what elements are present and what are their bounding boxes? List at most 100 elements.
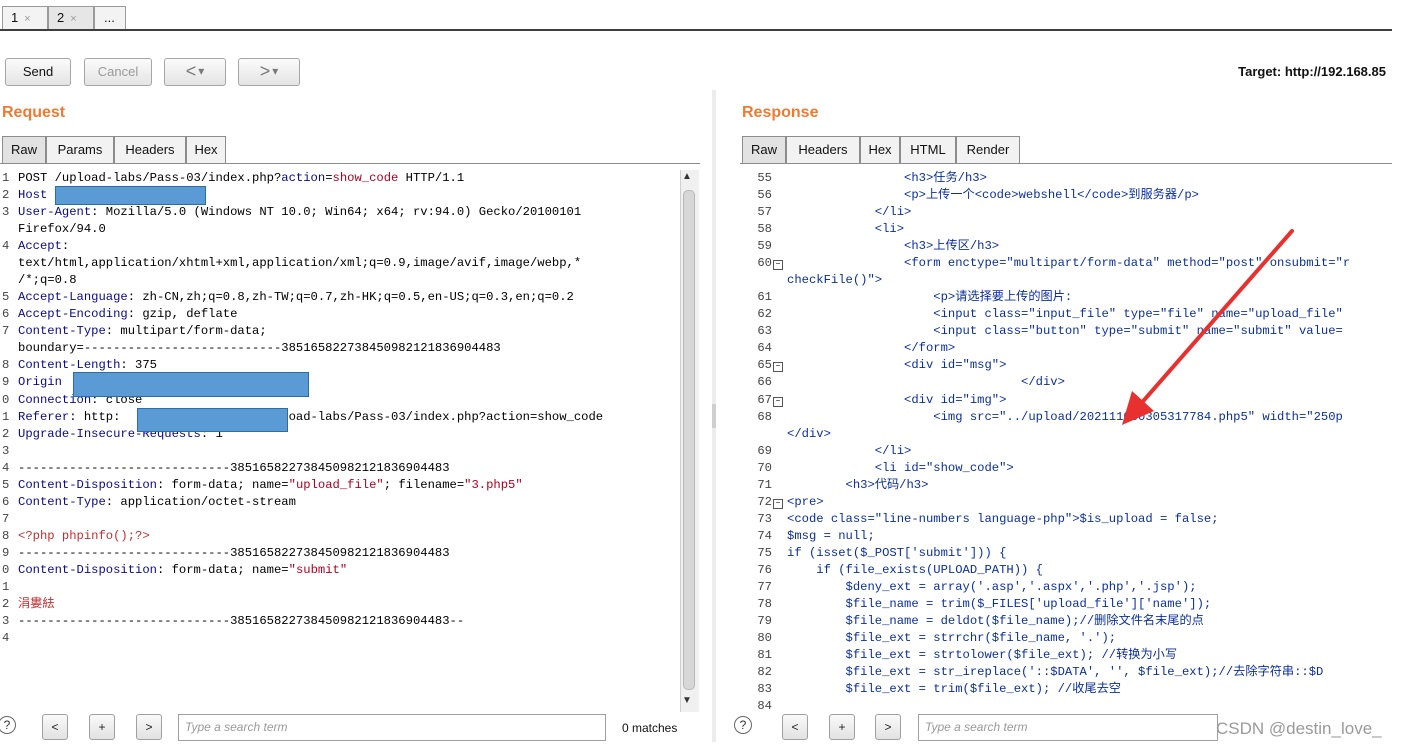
- response-line: 70 <li id="show_code">: [742, 460, 1013, 477]
- request-line: 1: [0, 579, 18, 596]
- response-tab-headers[interactable]: Headers: [786, 136, 860, 163]
- line-code: Origin: [18, 375, 62, 389]
- request-line: 2 涓婁紶: [0, 596, 55, 613]
- search-next-button[interactable]: >: [875, 714, 901, 740]
- line-code: Content-Type: application/octet-stream: [18, 495, 296, 509]
- line-code: Host: [18, 188, 47, 202]
- response-tab-render[interactable]: Render: [956, 136, 1020, 163]
- line-code: text/html,application/xhtml+xml,applicat…: [18, 256, 581, 270]
- request-tab-headers[interactable]: Headers: [114, 136, 186, 163]
- back-button[interactable]: < ▾: [164, 58, 226, 86]
- fold-icon[interactable]: −: [773, 260, 783, 271]
- line-text: POST /upload-labs/Pass-03/index.php?: [18, 171, 282, 185]
- search-add-button[interactable]: +: [829, 714, 855, 740]
- line-code: Accept-Encoding: gzip, deflate: [18, 307, 237, 321]
- line-number: 67: [757, 392, 772, 407]
- line-code: <?php phpinfo();?>: [18, 529, 150, 543]
- chevron-left-icon: <: [185, 61, 197, 81]
- line-text: =: [325, 171, 333, 185]
- response-tab-html[interactable]: HTML: [900, 136, 956, 163]
- scroll-up-icon[interactable]: ▲: [682, 171, 692, 182]
- line-text: -----------------------------38516582273…: [18, 545, 450, 560]
- line-number: 81: [757, 648, 772, 663]
- line-code: <li>: [787, 222, 905, 237]
- request-line: 6 Content-Type: application/octet-stream: [0, 494, 296, 511]
- payload-text: <?php phpinfo();?>: [18, 528, 150, 543]
- request-search-input[interactable]: Type a search term: [178, 714, 606, 741]
- request-tab-raw[interactable]: Raw: [2, 136, 46, 164]
- line-number: 5: [2, 290, 10, 305]
- line-number: 83: [757, 682, 772, 697]
- line-number: 69: [757, 443, 772, 458]
- forward-button[interactable]: > ▾: [238, 58, 300, 86]
- line-number: 72: [757, 494, 772, 509]
- line-number: 74: [757, 528, 772, 543]
- request-tab-params[interactable]: Params: [46, 136, 114, 163]
- help-icon[interactable]: ?: [0, 716, 16, 734]
- line-code: Content-Disposition: form-data; name="up…: [18, 478, 523, 492]
- response-tab-raw[interactable]: Raw: [742, 136, 786, 164]
- line-number: 79: [757, 614, 772, 629]
- tab-1[interactable]: 1 ×: [2, 6, 48, 30]
- request-line: 6 Accept-Encoding: gzip, deflate: [0, 306, 237, 323]
- line-code: $msg = null;: [787, 528, 875, 543]
- response-tab-hex[interactable]: Hex: [860, 136, 900, 163]
- search-next-button[interactable]: >: [136, 714, 162, 740]
- response-line: 64 </form>: [742, 340, 955, 357]
- request-tab-divider: [0, 163, 700, 164]
- line-number: 4: [2, 239, 10, 254]
- search-prev-button[interactable]: <: [42, 714, 68, 740]
- line-number: 75: [757, 545, 772, 560]
- line-text: : zh-CN,zh;q=0.8,zh-TW;q=0.7,zh-HK;q=0.5…: [127, 290, 574, 305]
- send-button[interactable]: Send: [5, 58, 71, 86]
- response-line: 83 $file_ext = trim($file_ext); //收尾去空: [742, 681, 1121, 698]
- request-scrollbar-thumb[interactable]: [683, 190, 695, 690]
- fold-gutter: −: [773, 494, 783, 511]
- close-icon[interactable]: ×: [70, 13, 76, 25]
- help-icon[interactable]: ?: [734, 716, 752, 734]
- line-code: boundary=---------------------------3851…: [18, 341, 501, 355]
- line-number: 0: [2, 562, 10, 577]
- request-line: /*;q=0.8: [0, 272, 77, 289]
- request-editor[interactable]: 1 POST /upload-labs/Pass-03/index.php?act…: [0, 170, 680, 710]
- redaction-origin: [73, 372, 309, 397]
- fold-icon[interactable]: −: [773, 498, 783, 509]
- response-line: 71 <h3>代码/h3>: [742, 477, 928, 494]
- line-code: Referer: http: upload-labs/Pass-03/index…: [18, 410, 603, 424]
- line-number: 8: [2, 528, 10, 543]
- response-search-input[interactable]: Type a search term: [918, 714, 1218, 741]
- response-line: 84: [742, 698, 787, 710]
- line-text: -----------------------------38516582273…: [18, 614, 465, 629]
- tab-strip-divider: [0, 29, 1392, 31]
- header-name: Content-Type: [18, 494, 106, 509]
- fold-icon[interactable]: −: [773, 362, 783, 373]
- search-add-button[interactable]: +: [89, 714, 115, 740]
- close-icon[interactable]: ×: [24, 13, 30, 25]
- request-line: boundary=---------------------------3851…: [0, 340, 501, 357]
- line-number: 73: [757, 511, 772, 526]
- response-line: 58 <li>: [742, 221, 904, 238]
- line-code: <h3>上传区/h3>: [787, 239, 1000, 254]
- splitter-grip[interactable]: [712, 404, 716, 428]
- request-line: 2 Host: [0, 187, 47, 204]
- response-title: Response: [742, 104, 819, 121]
- request-line: 8 <?php phpinfo();?>: [0, 528, 150, 545]
- response-line: 78 $file_name = trim($_FILES['upload_fil…: [742, 596, 1211, 613]
- tab-2[interactable]: 2 ×: [48, 6, 94, 30]
- request-line: 7 Content-Type: multipart/form-data;: [0, 323, 267, 340]
- search-prev-button[interactable]: <: [782, 714, 808, 740]
- scroll-down-icon[interactable]: ▼: [682, 695, 692, 706]
- line-code: Content-Length: 375: [18, 358, 157, 372]
- cancel-button[interactable]: Cancel: [84, 58, 152, 86]
- response-line: 67− <div id="img">: [742, 392, 1006, 409]
- line-number: 57: [757, 205, 772, 220]
- request-tab-hex[interactable]: Hex: [186, 136, 226, 163]
- tab-more[interactable]: ...: [94, 6, 126, 30]
- response-line: 59 <h3>上传区/h3>: [742, 238, 999, 255]
- line-number: 9: [2, 545, 10, 560]
- fold-icon[interactable]: −: [773, 396, 783, 407]
- line-number: 66: [757, 375, 772, 390]
- response-line: 79 $file_name = deldot($file_name);//删除文…: [742, 613, 1204, 630]
- line-code: Content-Disposition: form-data; name="su…: [18, 563, 347, 577]
- line-code: -----------------------------38516582273…: [18, 614, 464, 628]
